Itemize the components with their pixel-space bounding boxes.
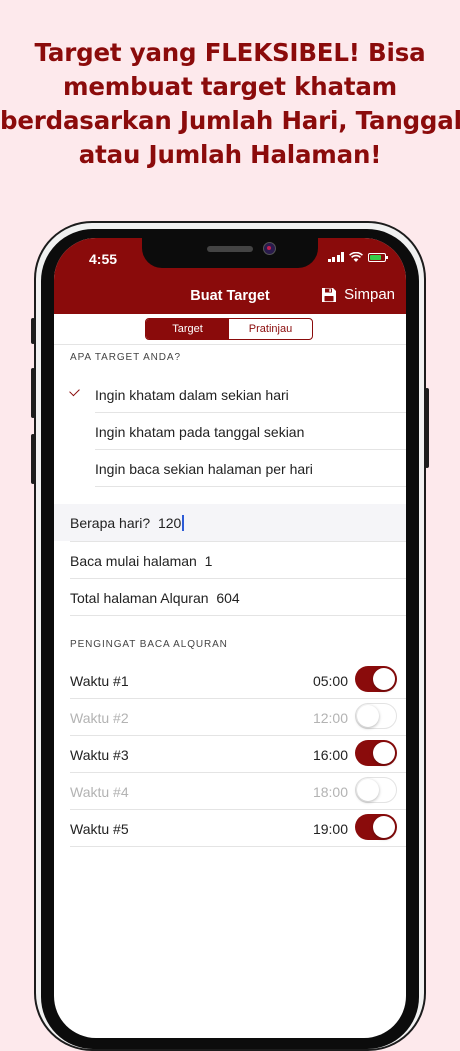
notch — [142, 238, 318, 268]
tab-target[interactable]: Target — [146, 319, 229, 339]
headline-line-1: Target yang FLEKSIBEL! Bisa — [34, 38, 426, 67]
headline-line-2: membuat target khatam — [63, 72, 397, 101]
divider — [95, 486, 406, 487]
divider — [54, 344, 406, 345]
days-field-row[interactable]: Berapa hari? 120 — [54, 504, 406, 541]
reminder-toggle[interactable] — [355, 814, 397, 840]
reminder-label: Waktu #5 — [70, 821, 129, 837]
divider — [70, 846, 406, 847]
divider — [70, 615, 406, 616]
option-row-days[interactable]: Ingin khatam dalam sekian hari — [54, 376, 406, 413]
days-value: 120 — [157, 515, 182, 531]
days-field[interactable]: Berapa hari? 120 — [70, 515, 185, 531]
save-button[interactable]: Simpan — [321, 286, 395, 303]
status-icons — [327, 252, 388, 262]
reminder-row-5: Waktu #5 19:00 — [54, 810, 406, 847]
floppy-disk-icon — [322, 287, 337, 302]
reminder-time[interactable]: 12:00 — [313, 710, 348, 726]
reminder-toggle[interactable] — [355, 666, 397, 692]
option-row-pages[interactable]: Ingin baca sekian halaman per hari — [54, 450, 406, 487]
total-pages-value: 604 — [216, 590, 240, 606]
checkmark-icon — [69, 385, 80, 397]
reminder-label: Waktu #1 — [70, 673, 129, 689]
reminder-label: Waktu #4 — [70, 784, 129, 800]
phone-screen: 4:55 Buat Target Simpan Target Pratinjau… — [54, 238, 406, 1038]
section-header-target: APA TARGET ANDA? — [70, 352, 181, 363]
reminder-time[interactable]: 16:00 — [313, 747, 348, 763]
wifi-icon — [349, 252, 363, 262]
start-page-field[interactable]: Baca mulai halaman 1 — [70, 553, 212, 569]
start-page-value: 1 — [204, 553, 213, 569]
section-header-reminders: PENGINGAT BACA ALQURAN — [70, 639, 228, 650]
status-time: 4:55 — [89, 251, 118, 267]
reminder-time[interactable]: 05:00 — [313, 673, 348, 689]
total-pages-label: Total halaman Alquran — [70, 590, 209, 606]
option-label: Ingin baca sekian halaman per hari — [95, 461, 313, 477]
segmented-control: Target Pratinjau — [145, 318, 313, 340]
option-label: Ingin khatam dalam sekian hari — [95, 387, 289, 403]
volume-down-button — [31, 434, 35, 484]
reminder-time[interactable]: 18:00 — [313, 784, 348, 800]
headline-line-3: berdasarkan Jumlah Hari, Tanggal — [0, 106, 460, 135]
days-label: Berapa hari? — [70, 515, 151, 531]
start-page-row[interactable]: Baca mulai halaman 1 — [54, 542, 406, 579]
reminder-toggle[interactable] — [355, 777, 397, 803]
total-pages-row[interactable]: Total halaman Alquran 604 — [54, 579, 406, 616]
reminder-toggle[interactable] — [355, 740, 397, 766]
battery-icon — [368, 252, 388, 262]
reminder-row-2: Waktu #2 12:00 — [54, 699, 406, 736]
reminder-toggle[interactable] — [355, 703, 397, 729]
reminder-row-3: Waktu #3 16:00 — [54, 736, 406, 773]
option-label: Ingin khatam pada tanggal sekian — [95, 424, 305, 440]
option-row-date[interactable]: Ingin khatam pada tanggal sekian — [54, 413, 406, 450]
volume-up-button — [31, 368, 35, 418]
save-label: Simpan — [344, 286, 395, 303]
reminder-label: Waktu #3 — [70, 747, 129, 763]
total-pages-field[interactable]: Total halaman Alquran 604 — [70, 590, 240, 606]
reminder-label: Waktu #2 — [70, 710, 129, 726]
speaker-grille — [207, 246, 253, 252]
headline-line-4: atau Jumlah Halaman! — [78, 140, 382, 169]
power-button — [425, 388, 429, 468]
tab-pratinjau[interactable]: Pratinjau — [229, 319, 312, 339]
front-camera-icon — [263, 242, 276, 255]
mute-switch — [31, 318, 35, 344]
cellular-signal-icon — [327, 252, 344, 262]
start-page-label: Baca mulai halaman — [70, 553, 197, 569]
reminder-row-1: Waktu #1 05:00 — [54, 662, 406, 699]
promo-headline: Target yang FLEKSIBEL! Bisa membuat targ… — [0, 36, 460, 172]
text-caret — [182, 515, 185, 531]
reminder-row-4: Waktu #4 18:00 — [54, 773, 406, 810]
reminder-time[interactable]: 19:00 — [313, 821, 348, 837]
